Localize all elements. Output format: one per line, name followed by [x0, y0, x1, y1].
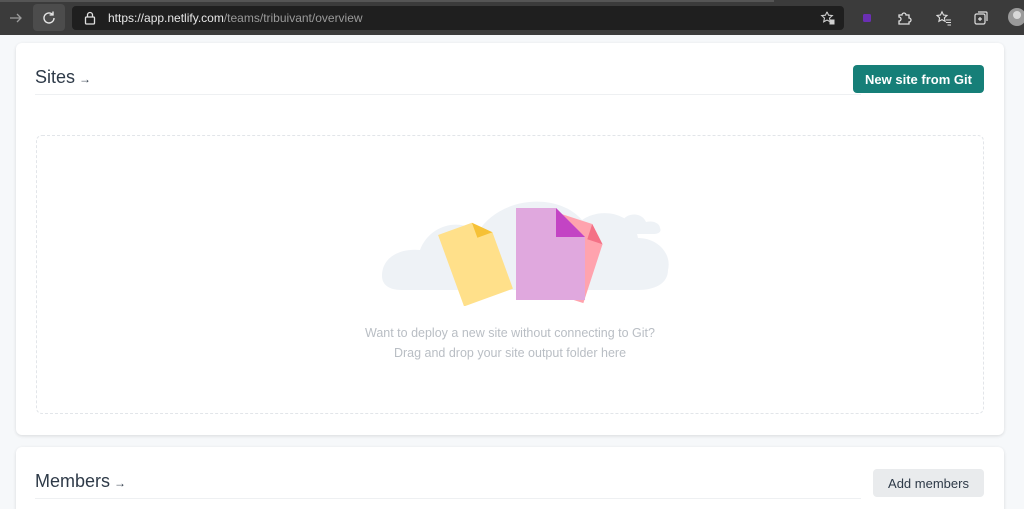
- favorites-icon[interactable]: [932, 6, 956, 30]
- collections-icon[interactable]: [969, 6, 993, 30]
- sites-title-text: Sites: [35, 67, 76, 87]
- profile-avatar[interactable]: [1008, 8, 1024, 26]
- new-site-from-git-button[interactable]: New site from Git: [853, 65, 984, 93]
- sites-divider: [35, 94, 861, 95]
- dropzone-headline: Want to deploy a new site without connec…: [365, 326, 655, 340]
- sites-card: Sites → New site from Git Want to deploy …: [16, 43, 1004, 435]
- arrow-right-icon: [10, 13, 22, 22]
- lock-icon: [84, 11, 96, 30]
- files-illustration-icon: [382, 201, 669, 306]
- extensions-puzzle-icon[interactable]: [892, 6, 916, 30]
- tab-strip-edge: [0, 0, 774, 2]
- url-host: https://app.netlify.com: [108, 11, 224, 25]
- sites-title[interactable]: Sites →: [35, 67, 91, 88]
- url-path: /teams/tribuivant/overview: [223, 11, 363, 25]
- deploy-dropzone[interactable]: Want to deploy a new site without connec…: [36, 135, 984, 414]
- browser-toolbar: https://app.netlify.com/teams/tribuivant…: [0, 0, 1024, 35]
- forward-button[interactable]: [0, 4, 32, 31]
- extension-icon[interactable]: [855, 6, 879, 30]
- members-title-text: Members: [35, 471, 111, 491]
- members-title[interactable]: Members →: [35, 471, 126, 492]
- members-arrow-icon: →: [114, 476, 127, 490]
- reload-button[interactable]: [33, 4, 65, 31]
- address-bar[interactable]: https://app.netlify.com/teams/tribuivant…: [72, 6, 844, 30]
- reload-icon: [43, 11, 55, 24]
- add-members-button[interactable]: Add members: [873, 469, 984, 497]
- dropzone-instruction: Drag and drop your site output folder he…: [393, 346, 627, 360]
- sites-arrow-icon: →: [79, 72, 92, 86]
- address-url: https://app.netlify.com/teams/tribuivant…: [108, 11, 363, 25]
- members-card: Members → Add members: [16, 447, 1004, 509]
- members-divider: [35, 498, 861, 499]
- add-favorite-icon[interactable]: [820, 10, 836, 31]
